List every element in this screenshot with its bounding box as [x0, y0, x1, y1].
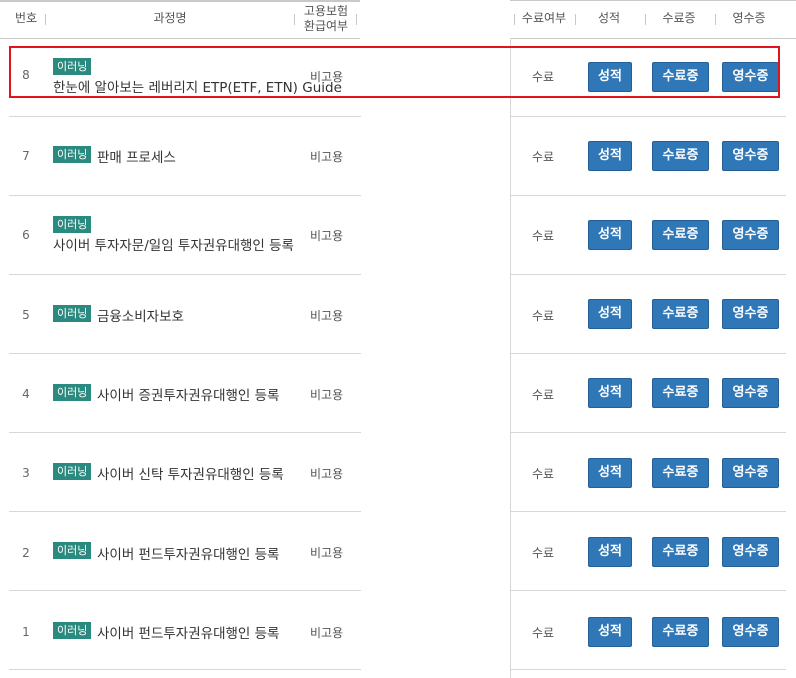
- grade-button[interactable]: 성적: [588, 220, 632, 250]
- header-separator: [715, 14, 716, 25]
- row-number: 5: [22, 308, 30, 322]
- row-number: 6: [22, 228, 30, 242]
- course-title[interactable]: 판매 프로세스: [97, 146, 176, 166]
- row-number: 2: [22, 546, 30, 560]
- table-row: 3 이러닝 사이버 신탁 투자권유대행인 등록 비고용 수료 성적 수료증 영수…: [0, 433, 796, 512]
- elearning-badge: 이러닝: [53, 146, 92, 163]
- header-top-border-right: [510, 0, 796, 1]
- receipt-button[interactable]: 영수증: [722, 458, 779, 488]
- certificate-button[interactable]: 수료증: [652, 141, 709, 171]
- course-title[interactable]: 금융소비자보호: [97, 305, 184, 325]
- receipt-button[interactable]: 영수증: [722, 378, 779, 408]
- grade-button[interactable]: 성적: [588, 378, 632, 408]
- refund-status: 비고용: [310, 388, 344, 402]
- header-top-border: [0, 0, 360, 2]
- grade-button[interactable]: 성적: [588, 458, 632, 488]
- receipt-button[interactable]: 영수증: [722, 141, 779, 171]
- row-number: 7: [22, 149, 30, 163]
- elearning-badge: 이러닝: [53, 305, 92, 322]
- certificate-button[interactable]: 수료증: [652, 458, 709, 488]
- header-separator: [356, 14, 357, 25]
- header-course: 과정명: [153, 11, 187, 25]
- completion-status: 수료: [532, 467, 555, 481]
- course-title[interactable]: 사이버 펀드투자권유대행인 등록: [97, 543, 279, 563]
- receipt-button[interactable]: 영수증: [722, 537, 779, 567]
- header-insurance-line2: 환급여부: [303, 19, 349, 33]
- header-no: 번호: [14, 11, 38, 25]
- grade-button[interactable]: 성적: [588, 299, 632, 329]
- refund-status: 비고용: [310, 467, 344, 481]
- grade-button[interactable]: 성적: [588, 537, 632, 567]
- table-row: 5 이러닝 금융소비자보호 비고용 수료 성적 수료증 영수증: [0, 275, 796, 354]
- course-title[interactable]: 사이버 펀드투자권유대행인 등록: [97, 622, 279, 642]
- row-number: 3: [22, 466, 30, 480]
- row-number: 4: [22, 387, 30, 401]
- grade-button[interactable]: 성적: [588, 617, 632, 647]
- course-title[interactable]: 사이버 신탁 투자권유대행인 등록: [97, 463, 284, 483]
- course-title[interactable]: 사이버 투자자문/일임 투자권유대행인 등록: [53, 234, 294, 254]
- certificate-button[interactable]: 수료증: [652, 378, 709, 408]
- header-insurance: 고용보험 환급여부: [298, 4, 354, 34]
- header-separator: [45, 14, 46, 25]
- header-separator: [294, 14, 295, 25]
- receipt-button[interactable]: 영수증: [722, 617, 779, 647]
- row-divider: [9, 669, 361, 670]
- elearning-badge: 이러닝: [53, 463, 92, 480]
- receipt-button[interactable]: 영수증: [722, 299, 779, 329]
- elearning-badge: 이러닝: [53, 622, 92, 639]
- refund-status: 비고용: [310, 229, 344, 243]
- certificate-button[interactable]: 수료증: [652, 537, 709, 567]
- certificate-button[interactable]: 수료증: [652, 617, 709, 647]
- row-highlight-box: [9, 46, 780, 98]
- certificate-button[interactable]: 수료증: [652, 299, 709, 329]
- header-grade: 성적: [597, 11, 621, 25]
- receipt-button[interactable]: 영수증: [722, 220, 779, 250]
- course-title[interactable]: 사이버 증권투자권유대행인 등록: [97, 384, 279, 404]
- completion-status: 수료: [532, 150, 555, 164]
- completion-status: 수료: [532, 546, 555, 560]
- certificate-button[interactable]: 수료증: [652, 220, 709, 250]
- header-insurance-line1: 고용보험: [303, 4, 349, 18]
- completion-status: 수료: [532, 626, 555, 640]
- table-row: 7 이러닝 판매 프로세스 비고용 수료 성적 수료증 영수증: [0, 117, 796, 196]
- elearning-badge: 이러닝: [53, 542, 92, 559]
- row-divider: [510, 669, 786, 670]
- table-row: 4 이러닝 사이버 증권투자권유대행인 등록 비고용 수료 성적 수료증 영수증: [0, 354, 796, 433]
- completion-status: 수료: [532, 309, 555, 323]
- table-row: 1 이러닝 사이버 펀드투자권유대행인 등록 비고용 수료 성적 수료증 영수증: [0, 591, 796, 670]
- header-separator: [645, 14, 646, 25]
- refund-status: 비고용: [310, 546, 344, 560]
- refund-status: 비고용: [310, 309, 344, 323]
- table-row: 2 이러닝 사이버 펀드투자권유대행인 등록 비고용 수료 성적 수료증 영수증: [0, 512, 796, 591]
- elearning-badge: 이러닝: [53, 216, 92, 233]
- refund-status: 비고용: [310, 626, 344, 640]
- table-header: 번호 과정명 고용보험 환급여부 수료여부 성적 수료증 영수증: [0, 0, 796, 40]
- completion-status: 수료: [532, 388, 555, 402]
- grade-button[interactable]: 성적: [588, 141, 632, 171]
- elearning-badge: 이러닝: [53, 384, 92, 401]
- refund-status: 비고용: [310, 150, 344, 164]
- header-certificate: 수료증: [662, 11, 696, 25]
- completion-status: 수료: [532, 229, 555, 243]
- header-separator: [514, 14, 515, 25]
- header-receipt: 영수증: [732, 11, 766, 25]
- table-row: 6 이러닝 사이버 투자자문/일임 투자권유대행인 등록 비고용 수료 성적 수…: [0, 196, 796, 275]
- header-separator: [575, 14, 576, 25]
- row-number: 1: [22, 625, 30, 639]
- header-completion: 수료여부: [521, 11, 567, 25]
